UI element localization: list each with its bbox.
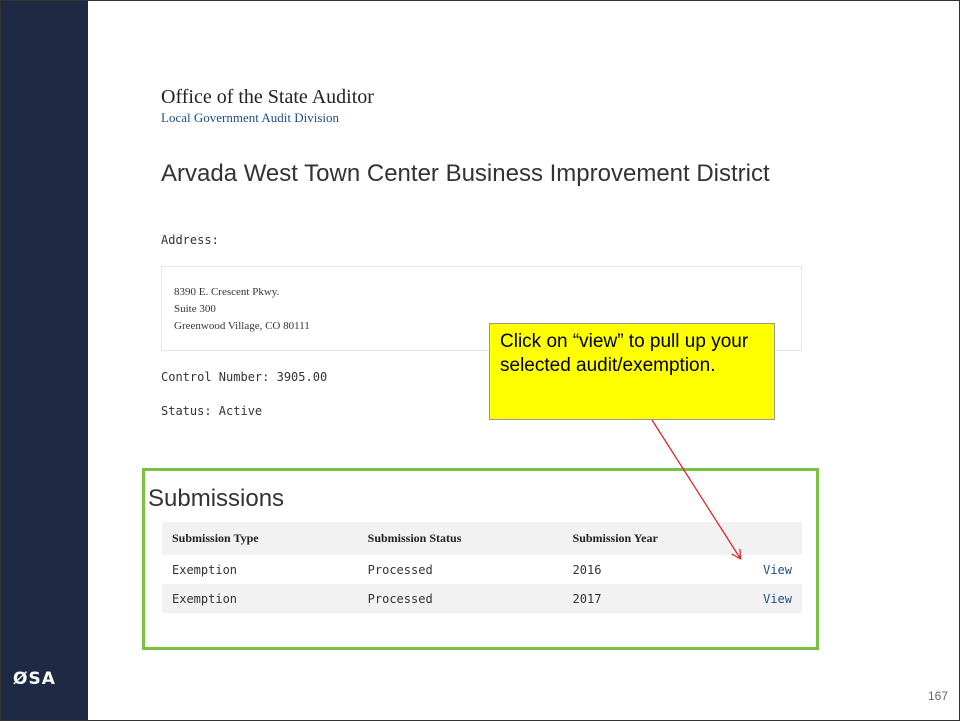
cell-status: Processed xyxy=(357,555,563,584)
page-number: 167 xyxy=(927,689,948,703)
control-number: Control Number: 3905.00 xyxy=(161,370,328,384)
address-label: Address: xyxy=(161,233,219,247)
address-line-2: Suite 300 xyxy=(174,303,216,315)
cell-status: Processed xyxy=(357,584,563,613)
submissions-table: Submission Type Submission Status Submis… xyxy=(162,522,802,613)
osa-logo: ØSA xyxy=(13,669,56,689)
cell-year: 2017 xyxy=(562,584,754,613)
view-link[interactable]: View xyxy=(753,555,802,584)
column-header-type: Submission Type xyxy=(162,522,358,555)
cell-type: Exemption xyxy=(162,584,358,613)
table-header-row: Submission Type Submission Status Submis… xyxy=(162,522,802,555)
table-row: Exemption Processed 2017 View xyxy=(162,584,802,613)
column-header-status: Submission Status xyxy=(357,522,563,555)
slide-sidebar: ØSA xyxy=(1,1,88,720)
column-header-action xyxy=(753,522,802,555)
column-header-year: Submission Year xyxy=(562,522,754,555)
cell-year: 2016 xyxy=(562,555,754,584)
office-title: Office of the State Auditor xyxy=(161,86,374,108)
view-link[interactable]: View xyxy=(753,584,802,613)
division-subtitle: Local Government Audit Division xyxy=(161,110,340,125)
status-text: Status: Active xyxy=(161,404,263,418)
submissions-title: Submissions xyxy=(148,485,285,512)
address-line-1: 8390 E. Crescent Pkwy. xyxy=(174,286,280,298)
cell-type: Exemption xyxy=(162,555,358,584)
entity-name: Arvada West Town Center Business Improve… xyxy=(161,160,770,187)
instruction-callout: Click on “view” to pull up your selected… xyxy=(489,323,775,420)
table-row: Exemption Processed 2016 View xyxy=(162,555,802,584)
